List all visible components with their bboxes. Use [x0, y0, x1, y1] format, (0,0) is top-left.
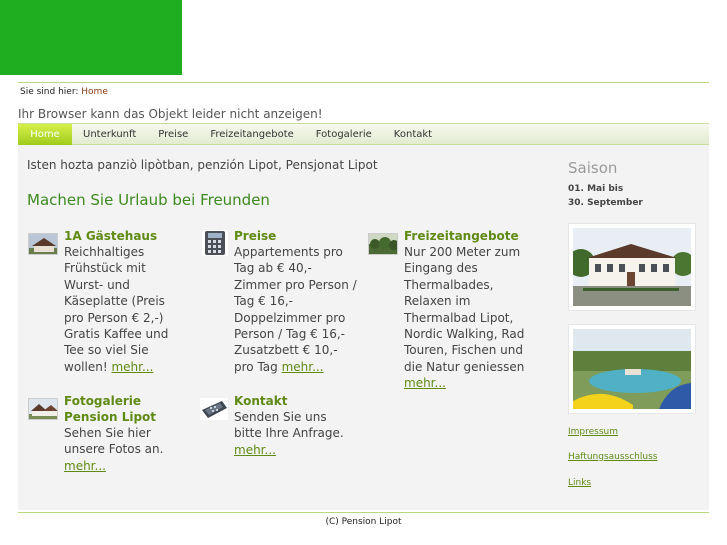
gallery-photo-icon[interactable] — [28, 398, 58, 420]
breadcrumb: Sie sind hier: Home — [20, 87, 108, 97]
header-divider — [18, 82, 709, 83]
card-text: Senden Sie uns bitte Ihre Anfrage. — [234, 410, 344, 441]
season-title: Saison — [568, 159, 618, 177]
card-title[interactable]: Fotogalerie Pension Lipot — [64, 393, 188, 425]
breadcrumb-prefix: Sie sind hier: — [20, 87, 79, 97]
card-text: Appartements pro Tag ab € 40,- Zimmer pr… — [234, 245, 357, 374]
card-text: Sehen Sie hier unsere Fotos an. — [64, 426, 164, 457]
card-text: Reichhaltiges Frühstück mit Wurst- und K… — [64, 245, 169, 374]
thermal-bath-photo[interactable] — [568, 324, 696, 414]
impressum-link[interactable]: Impressum — [568, 427, 618, 437]
links-link[interactable]: Links — [568, 478, 591, 488]
more-link[interactable]: mehr... — [282, 360, 324, 374]
more-link[interactable]: mehr... — [64, 459, 106, 473]
nav-item-freizeitangebote[interactable]: Freizeitangebote — [199, 124, 304, 145]
haftungsausschluss-link[interactable]: Haftungsausschluss — [568, 452, 657, 462]
card-text: Nur 200 Meter zum Eingang des Thermalbad… — [404, 245, 525, 374]
more-link[interactable]: mehr... — [404, 376, 446, 390]
landscape-photo-icon[interactable] — [368, 233, 398, 255]
nav-item-fotogalerie[interactable]: Fotogalerie — [305, 124, 383, 145]
card-title[interactable]: Kontakt — [234, 393, 358, 409]
card-title[interactable]: Freizeitangebote — [404, 228, 528, 244]
house-photo-icon[interactable] — [28, 233, 58, 255]
intro-text: Isten hozta panziò lipòtban, penzión Lip… — [27, 158, 378, 172]
browser-object-message: Ihr Browser kann das Objekt leider nicht… — [18, 107, 323, 121]
calculator-icon[interactable] — [202, 230, 228, 256]
card-title[interactable]: 1A Gästehaus — [64, 228, 188, 244]
main-nav: Home Unterkunft Preise Freizeitangebote … — [18, 123, 709, 145]
nav-item-preise[interactable]: Preise — [147, 124, 199, 145]
more-link[interactable]: mehr... — [234, 443, 276, 457]
main-heading: Machen Sie Urlaub bei Freunden — [27, 191, 270, 209]
footer-copyright: (C) Pension Lipot — [325, 517, 402, 527]
telephone-icon[interactable] — [200, 398, 228, 420]
pension-house-photo[interactable] — [568, 223, 696, 311]
site-logo-block — [0, 0, 182, 75]
season-date-to: 30. September — [568, 198, 643, 208]
footer-divider — [18, 512, 709, 513]
more-link[interactable]: mehr... — [111, 360, 153, 374]
season-dates: 01. Mai bis 30. September — [568, 182, 643, 210]
nav-item-unterkunft[interactable]: Unterkunft — [72, 124, 147, 145]
nav-item-home[interactable]: Home — [18, 124, 72, 145]
card-title[interactable]: Preise — [234, 228, 358, 244]
nav-item-kontakt[interactable]: Kontakt — [383, 124, 443, 145]
breadcrumb-home-link[interactable]: Home — [81, 87, 108, 97]
season-date-from: 01. Mai bis — [568, 184, 624, 194]
